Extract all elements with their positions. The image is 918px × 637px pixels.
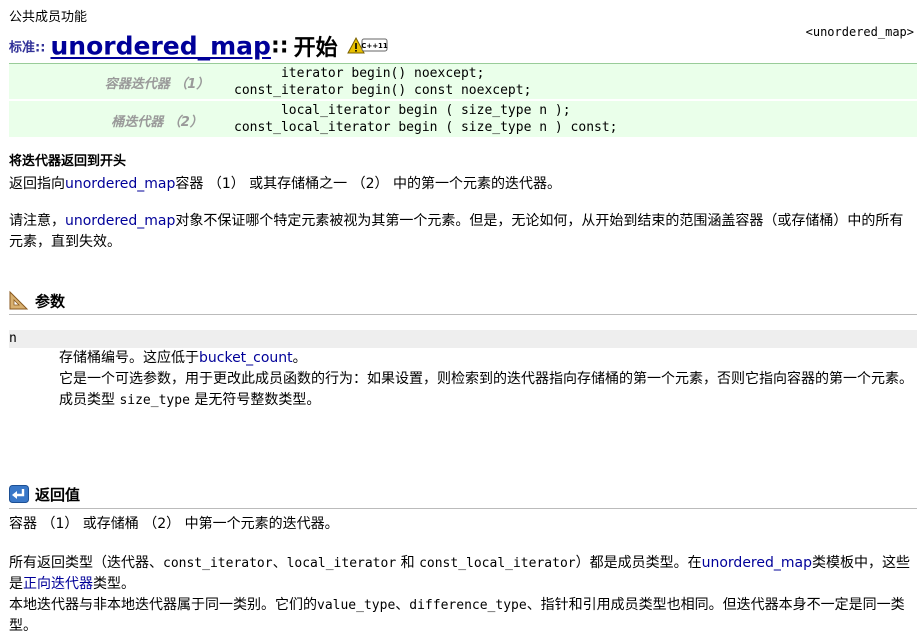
text: 成员类型 (59, 392, 120, 408)
local-iterator-paragraph: 本地迭代器与非本地迭代器属于同一类别。它们的value_type、differe… (9, 595, 914, 637)
text: 请注意， (9, 213, 65, 229)
text: 。 (292, 350, 307, 366)
code-text: const_local_iterator (419, 556, 576, 571)
parameter-line: 存储桶编号。这应低于bucket_count。 (59, 348, 917, 369)
declaration-code-line: const_local_iterator begin ( size_type n… (234, 120, 618, 135)
description-note-paragraph: 请注意，unordered_map对象不保证哪个特定元素被视为其第一个元素。但是… (9, 211, 914, 253)
kicker-label: 公共成员功能 (9, 10, 88, 25)
declaration-code-line: const_iterator begin() const noexcept; (234, 83, 532, 98)
declaration-row-container: 容器迭代器 （1） iterator begin() noexcept; con… (9, 64, 917, 99)
parameter-description: 存储桶编号。这应低于bucket_count。 它是一个可选参数，用于更改此成员… (59, 348, 917, 411)
text: 存储桶编号。这应低于 (59, 350, 199, 366)
bucket-count-link[interactable]: bucket_count (199, 350, 293, 366)
header-reference-link[interactable]: <unordered_map> (806, 25, 914, 39)
text: 、 (395, 597, 410, 613)
unordered-map-link[interactable]: unordered_map (702, 555, 812, 571)
return-value-title: 返回值 (35, 486, 81, 504)
parameter-line: 成员类型 size_type 是无符号整数类型。 (59, 390, 917, 411)
text: 所有返回类型（迭代器、 (9, 555, 163, 571)
code-text: difference_type (409, 598, 527, 613)
parameter-line: 它是一个可选参数，用于更改此成员函数的行为：如果设置，则检索到的迭代器指向存储桶… (59, 371, 913, 387)
namespace-label: 标准:: (9, 40, 46, 56)
class-link[interactable]: unordered_map (51, 32, 271, 61)
forward-iterator-link[interactable]: 正向迭代器 (23, 576, 93, 592)
cpp11-badge-icon: C++11 (346, 36, 389, 56)
code-text: value_type (317, 598, 396, 613)
return-arrow-icon (9, 484, 29, 507)
parameters-title: 参数 (35, 292, 66, 311)
text: 本地迭代器与非本地迭代器属于同一类别。它们的 (9, 597, 317, 613)
text: 是无符号整数类型。 (189, 392, 321, 408)
parameter-name: n (9, 331, 17, 346)
code-text: local_iterator (286, 556, 397, 571)
declaration-label: 容器迭代器 （1） (104, 77, 210, 92)
parameters-divider (9, 314, 917, 315)
unordered-map-link[interactable]: unordered_map (65, 176, 175, 192)
description-paragraph: 返回指向unordered_map容器 （1） 或其存储桶之一 （2） 中的第一… (9, 174, 914, 195)
text: 和 (396, 555, 420, 571)
unordered-map-link[interactable]: unordered_map (65, 213, 175, 229)
function-name: 开始 (293, 36, 338, 61)
declaration-code-line: local_iterator begin ( size_type n ); (234, 103, 571, 118)
badge-text: C++11 (361, 42, 388, 50)
return-types-paragraph: 所有返回类型（迭代器、const_iterator、local_iterator… (9, 553, 914, 595)
text: 返回指向 (9, 176, 65, 192)
return-paragraph: 容器 （1） 或存储桶 （2） 中第一个元素的迭代器。 (9, 516, 339, 532)
text: 类型。 (93, 576, 135, 592)
text: ）都是成员类型。在 (575, 555, 702, 571)
declaration-label: 桶迭代器 （2） (111, 115, 203, 130)
scope-separator: :: (270, 33, 289, 59)
return-value-divider (9, 508, 917, 509)
description-title: 将迭代器返回到开头 (9, 154, 127, 169)
parameter-name-bar (9, 330, 917, 348)
text: 容器 （1） 或其存储桶之一 （2） 中的第一个元素的迭代器。 (175, 176, 561, 192)
declaration-code-line: iterator begin() noexcept; (234, 66, 485, 81)
code-text: size_type (119, 393, 190, 408)
return-value-heading: 返回值 (9, 484, 80, 507)
page-title: 标准:: unordered_map:: 开始 C++11 (9, 30, 389, 62)
parameters-heading: 参数 (9, 290, 65, 314)
text: 、 (272, 555, 287, 571)
ruler-triangle-icon (9, 290, 29, 314)
code-text: const_iterator (163, 556, 273, 571)
declaration-row-bucket: 桶迭代器 （2） local_iterator begin ( size_typ… (9, 101, 917, 137)
